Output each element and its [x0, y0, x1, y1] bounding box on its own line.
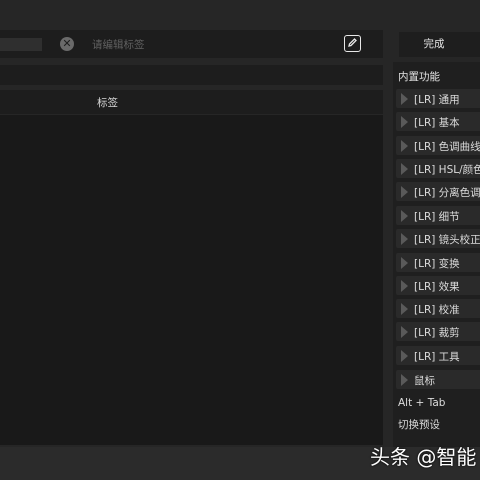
sidebar-item-label: [LR] 工具: [414, 351, 460, 363]
expand-arrow-icon: [401, 163, 408, 175]
expand-arrow-icon: [401, 374, 408, 386]
sidebar-item-label: [LR] 基本: [414, 117, 460, 129]
sidebar-item-tone-curve[interactable]: [LR] 色调曲线: [396, 136, 480, 155]
search-input[interactable]: [0, 38, 42, 51]
expand-arrow-icon: [401, 233, 408, 245]
sidebar-item-label: [LR] 细节: [414, 211, 460, 223]
expand-arrow-icon: [401, 93, 408, 105]
expand-arrow-icon: [401, 350, 408, 362]
sidebar-item-tools[interactable]: [LR] 工具: [396, 346, 480, 365]
expand-arrow-icon: [401, 326, 408, 338]
sidebar-item-label: [LR] 裁剪: [414, 327, 460, 339]
expand-arrow-icon: [401, 140, 408, 152]
sidebar-item-lens-correction[interactable]: [LR] 镜头校正: [396, 229, 480, 248]
sidebar-item-basic[interactable]: [LR] 基本: [396, 112, 480, 131]
sidebar-item-label: [LR] 分离色调: [414, 187, 480, 199]
sidebar-item-split-toning[interactable]: [LR] 分离色调: [396, 182, 480, 201]
expand-arrow-icon: [401, 257, 408, 269]
sidebar-item-detail[interactable]: [LR] 细节: [396, 206, 480, 225]
expand-arrow-icon: [401, 116, 408, 128]
expand-arrow-icon: [401, 280, 408, 292]
tag-column-header[interactable]: 标签: [97, 95, 118, 110]
section-title: 内置功能: [398, 71, 440, 83]
sidebar-item-general[interactable]: [LR] 通用: [396, 89, 480, 108]
sidebar-item-label: [LR] 色调曲线: [414, 141, 480, 153]
sidebar-item-crop[interactable]: [LR] 裁剪: [396, 322, 480, 341]
switch-preset-item[interactable]: 切换预设: [398, 417, 440, 432]
sidebar-item-label: [LR] 校准: [414, 304, 460, 316]
sidebar-item-label: [LR] 通用: [414, 94, 460, 106]
tag-list[interactable]: [0, 115, 383, 445]
expand-arrow-icon: [401, 186, 408, 198]
sidebar-item-mouse[interactable]: 鼠标: [396, 370, 480, 389]
done-button[interactable]: 完成: [399, 32, 480, 57]
sidebar-item-label: [LR] HSL/颜色: [414, 164, 480, 176]
watermark: 头条 @智能: [370, 445, 477, 469]
edit-icon[interactable]: [344, 35, 361, 52]
expand-arrow-icon: [401, 303, 408, 315]
expand-arrow-icon: [401, 210, 408, 222]
sidebar-item-effects[interactable]: [LR] 效果: [396, 276, 480, 295]
sidebar-item-label: [LR] 镜头校正: [414, 234, 480, 246]
sidebar-item-hsl[interactable]: [LR] HSL/颜色: [396, 159, 480, 178]
clear-icon[interactable]: ✕: [60, 37, 74, 51]
sidebar-item-calibration[interactable]: [LR] 校准: [396, 299, 480, 318]
table-header: [0, 90, 383, 114]
sidebar-item-label: [LR] 变换: [414, 258, 460, 270]
filter-strip: [0, 65, 383, 85]
shortcut-item[interactable]: Alt + Tab: [398, 397, 445, 409]
sidebar-item-label: [LR] 效果: [414, 281, 460, 293]
tag-edit-input[interactable]: 请编辑标签: [92, 37, 332, 53]
sidebar-item-transform[interactable]: [LR] 变换: [396, 253, 480, 272]
sidebar-item-label: 鼠标: [414, 375, 435, 387]
